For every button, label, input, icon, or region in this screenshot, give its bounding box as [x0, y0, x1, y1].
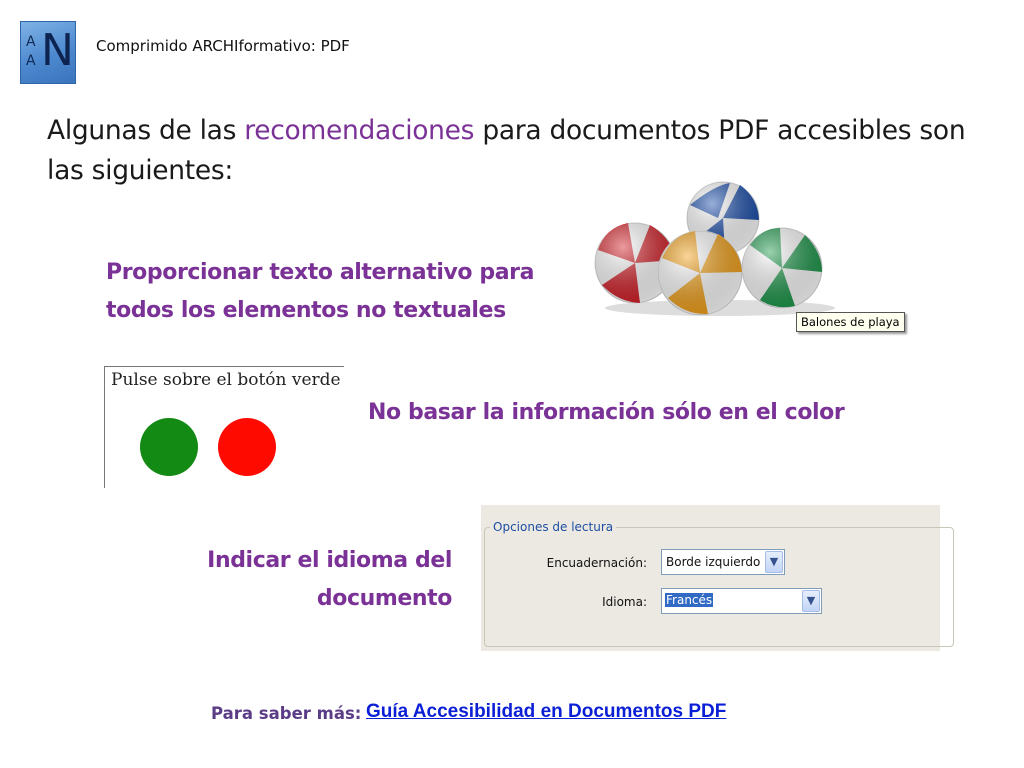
recommendation-line: todos los elementos no textuales — [106, 298, 506, 323]
language-label: Idioma: — [602, 595, 647, 609]
recommendation-color: No basar la información sólo en el color — [368, 394, 928, 432]
reading-options-group — [484, 527, 954, 647]
app-logo: A A N — [20, 21, 76, 84]
recommendation-line: Indicar el idioma del — [207, 548, 452, 573]
color-example-box: Pulse sobre el botón verde — [104, 366, 344, 488]
binding-select[interactable]: Borde izquierdo ▼ — [661, 549, 785, 575]
header-title: Comprimido ARCHIformativo: PDF — [96, 37, 350, 55]
binding-label: Encuadernación: — [546, 556, 647, 570]
green-ball — [741, 227, 823, 309]
logo-letter-main: N — [41, 25, 74, 76]
recommendation-line: No basar la información sólo en el color — [368, 400, 845, 425]
page-heading: Algunas de las recomendaciones para docu… — [47, 111, 987, 191]
language-select-value: Francés — [665, 593, 714, 607]
logo-letter-top: A — [26, 34, 36, 50]
beach-balls-image — [594, 181, 835, 316]
guide-link[interactable]: Guía Accesibilidad en Documentos PDF — [366, 701, 726, 723]
chevron-down-icon[interactable]: ▼ — [802, 590, 820, 612]
image-alt-tooltip: Balones de playa — [796, 312, 905, 332]
heading-text-before: Algunas de las — [47, 115, 245, 146]
footer-label: Para saber más: — [211, 704, 362, 723]
reading-options-dialog: Opciones de lectura Encuadernación: Bord… — [481, 505, 954, 651]
green-button[interactable] — [140, 418, 198, 476]
red-button[interactable] — [218, 418, 276, 476]
color-example-text: Pulse sobre el botón verde — [111, 370, 341, 390]
binding-select-value: Borde izquierdo — [666, 555, 761, 569]
reading-options-legend: Opciones de lectura — [490, 520, 617, 534]
logo-letter-bottom: A — [26, 53, 36, 69]
recommendation-language: Indicar el idioma del documento — [150, 542, 452, 618]
recommendation-line: Proporcionar texto alternativo para — [106, 260, 535, 285]
recommendation-alt-text: Proporcionar texto alternativo para todo… — [106, 254, 596, 330]
language-select[interactable]: Francés ▼ — [661, 588, 822, 614]
chevron-down-icon[interactable]: ▼ — [765, 551, 783, 573]
recommendation-line: documento — [316, 586, 453, 611]
yellow-ball — [657, 230, 743, 316]
heading-highlight: recomendaciones — [244, 115, 475, 146]
